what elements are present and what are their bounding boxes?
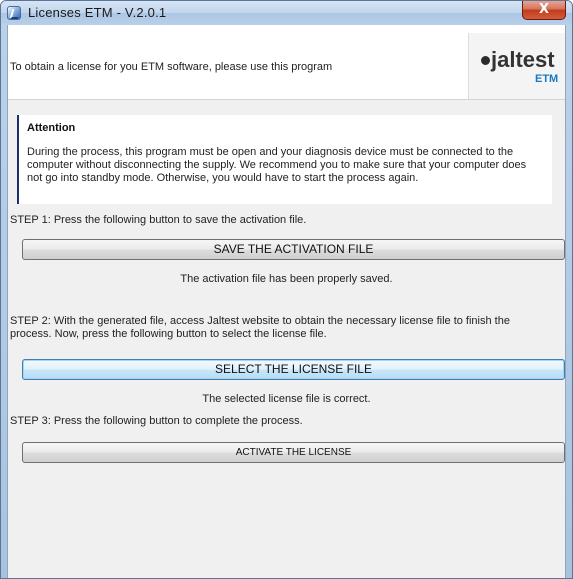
window-title: Licenses ETM - V.2.0.1: [28, 5, 167, 20]
save-activation-file-button[interactable]: SAVE THE ACTIVATION FILE: [22, 239, 565, 260]
jaltest-logo: jaltest ETM: [468, 33, 565, 99]
app-icon: [7, 6, 21, 20]
step1-status: The activation file has been properly sa…: [180, 273, 393, 285]
attention-body: During the process, this program must be…: [27, 146, 527, 184]
licenses-window: Licenses ETM - V.2.0.1 X To obtain a lic…: [0, 0, 573, 579]
step2-text: STEP 2: With the generated file, access …: [10, 315, 510, 340]
activate-license-button[interactable]: ACTIVATE THE LICENSE: [22, 442, 565, 463]
attention-title: Attention: [27, 122, 76, 134]
logo-dot-icon: [481, 56, 490, 65]
logo-text: jaltest: [491, 47, 555, 72]
client-area: To obtain a license for you ETM software…: [7, 25, 566, 578]
step3-text: STEP 3: Press the following button to co…: [10, 415, 303, 427]
select-license-file-button[interactable]: SELECT THE LICENSE FILE: [22, 359, 565, 380]
close-button[interactable]: X: [522, 1, 566, 20]
step2-status: The selected license file is correct.: [202, 393, 371, 405]
attention-box: Attention During the process, this progr…: [17, 115, 552, 204]
step1-text: STEP 1: Press the following button to sa…: [10, 214, 307, 226]
logo-wordmark: jaltest: [481, 47, 555, 73]
header-band: To obtain a license for you ETM software…: [8, 25, 565, 100]
header-text: To obtain a license for you ETM software…: [10, 61, 333, 73]
logo-subtext: ETM: [535, 73, 559, 85]
title-bar[interactable]: Licenses ETM - V.2.0.1 X: [1, 1, 572, 25]
